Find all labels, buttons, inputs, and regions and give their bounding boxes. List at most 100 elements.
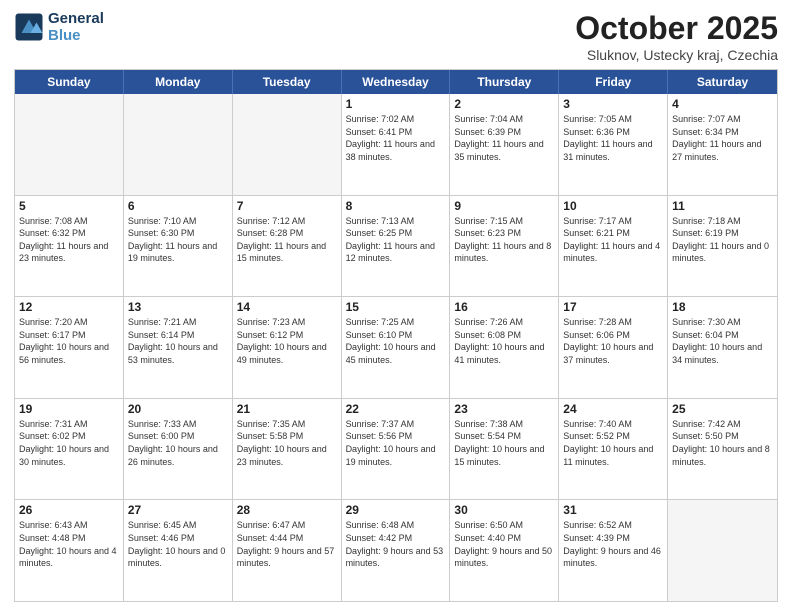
calendar-cell: 15 Sunrise: 7:25 AMSunset: 6:10 PMDaylig…: [342, 297, 451, 398]
calendar-cell: 9 Sunrise: 7:15 AMSunset: 6:23 PMDayligh…: [450, 196, 559, 297]
cell-info: Sunrise: 7:30 AMSunset: 6:04 PMDaylight:…: [672, 316, 773, 366]
day-number: 27: [128, 503, 228, 517]
cell-info: Sunrise: 7:28 AMSunset: 6:06 PMDaylight:…: [563, 316, 663, 366]
calendar-cell: 8 Sunrise: 7:13 AMSunset: 6:25 PMDayligh…: [342, 196, 451, 297]
header-sunday: Sunday: [15, 70, 124, 94]
cell-info: Sunrise: 7:05 AMSunset: 6:36 PMDaylight:…: [563, 113, 663, 163]
calendar-cell: 2 Sunrise: 7:04 AMSunset: 6:39 PMDayligh…: [450, 94, 559, 195]
day-number: 12: [19, 300, 119, 314]
calendar-row-4: 19 Sunrise: 7:31 AMSunset: 6:02 PMDaylig…: [15, 399, 777, 501]
day-number: 7: [237, 199, 337, 213]
cell-info: Sunrise: 7:04 AMSunset: 6:39 PMDaylight:…: [454, 113, 554, 163]
day-number: 22: [346, 402, 446, 416]
calendar-cell: 25 Sunrise: 7:42 AMSunset: 5:50 PMDaylig…: [668, 399, 777, 500]
day-number: 18: [672, 300, 773, 314]
day-number: 11: [672, 199, 773, 213]
calendar-cell: 22 Sunrise: 7:37 AMSunset: 5:56 PMDaylig…: [342, 399, 451, 500]
header: General Blue October 2025 Sluknov, Ustec…: [14, 10, 778, 63]
calendar-cell: 3 Sunrise: 7:05 AMSunset: 6:36 PMDayligh…: [559, 94, 668, 195]
header-wednesday: Wednesday: [342, 70, 451, 94]
header-monday: Monday: [124, 70, 233, 94]
cell-info: Sunrise: 6:50 AMSunset: 4:40 PMDaylight:…: [454, 519, 554, 569]
calendar-cell: 21 Sunrise: 7:35 AMSunset: 5:58 PMDaylig…: [233, 399, 342, 500]
cell-info: Sunrise: 7:10 AMSunset: 6:30 PMDaylight:…: [128, 215, 228, 265]
cell-info: Sunrise: 7:40 AMSunset: 5:52 PMDaylight:…: [563, 418, 663, 468]
calendar-cell: 10 Sunrise: 7:17 AMSunset: 6:21 PMDaylig…: [559, 196, 668, 297]
calendar-cell: 28 Sunrise: 6:47 AMSunset: 4:44 PMDaylig…: [233, 500, 342, 601]
calendar-cell: 14 Sunrise: 7:23 AMSunset: 6:12 PMDaylig…: [233, 297, 342, 398]
day-number: 8: [346, 199, 446, 213]
cell-info: Sunrise: 6:47 AMSunset: 4:44 PMDaylight:…: [237, 519, 337, 569]
calendar-cell: 29 Sunrise: 6:48 AMSunset: 4:42 PMDaylig…: [342, 500, 451, 601]
cell-info: Sunrise: 7:17 AMSunset: 6:21 PMDaylight:…: [563, 215, 663, 265]
day-number: 16: [454, 300, 554, 314]
day-number: 26: [19, 503, 119, 517]
day-number: 1: [346, 97, 446, 111]
day-number: 30: [454, 503, 554, 517]
logo: General Blue: [14, 10, 104, 44]
calendar-cell: 27 Sunrise: 6:45 AMSunset: 4:46 PMDaylig…: [124, 500, 233, 601]
header-friday: Friday: [559, 70, 668, 94]
logo-icon: [14, 12, 44, 42]
calendar-row-2: 5 Sunrise: 7:08 AMSunset: 6:32 PMDayligh…: [15, 196, 777, 298]
cell-info: Sunrise: 7:15 AMSunset: 6:23 PMDaylight:…: [454, 215, 554, 265]
calendar-cell: 11 Sunrise: 7:18 AMSunset: 6:19 PMDaylig…: [668, 196, 777, 297]
day-number: 4: [672, 97, 773, 111]
calendar-row-3: 12 Sunrise: 7:20 AMSunset: 6:17 PMDaylig…: [15, 297, 777, 399]
day-number: 9: [454, 199, 554, 213]
day-number: 2: [454, 97, 554, 111]
day-number: 6: [128, 199, 228, 213]
calendar-cell: 31 Sunrise: 6:52 AMSunset: 4:39 PMDaylig…: [559, 500, 668, 601]
calendar-cell: 1 Sunrise: 7:02 AMSunset: 6:41 PMDayligh…: [342, 94, 451, 195]
cell-info: Sunrise: 7:31 AMSunset: 6:02 PMDaylight:…: [19, 418, 119, 468]
calendar-cell: 4 Sunrise: 7:07 AMSunset: 6:34 PMDayligh…: [668, 94, 777, 195]
day-number: 29: [346, 503, 446, 517]
cell-info: Sunrise: 6:48 AMSunset: 4:42 PMDaylight:…: [346, 519, 446, 569]
cell-info: Sunrise: 7:18 AMSunset: 6:19 PMDaylight:…: [672, 215, 773, 265]
calendar-cell: 12 Sunrise: 7:20 AMSunset: 6:17 PMDaylig…: [15, 297, 124, 398]
day-number: 25: [672, 402, 773, 416]
calendar-cell: 26 Sunrise: 6:43 AMSunset: 4:48 PMDaylig…: [15, 500, 124, 601]
day-number: 21: [237, 402, 337, 416]
cell-info: Sunrise: 7:33 AMSunset: 6:00 PMDaylight:…: [128, 418, 228, 468]
logo-text: General Blue: [48, 10, 104, 44]
header-saturday: Saturday: [668, 70, 777, 94]
calendar-cell: 16 Sunrise: 7:26 AMSunset: 6:08 PMDaylig…: [450, 297, 559, 398]
cell-info: Sunrise: 6:52 AMSunset: 4:39 PMDaylight:…: [563, 519, 663, 569]
cell-info: Sunrise: 7:21 AMSunset: 6:14 PMDaylight:…: [128, 316, 228, 366]
cell-info: Sunrise: 7:37 AMSunset: 5:56 PMDaylight:…: [346, 418, 446, 468]
day-number: 3: [563, 97, 663, 111]
cell-info: Sunrise: 7:13 AMSunset: 6:25 PMDaylight:…: [346, 215, 446, 265]
cell-info: Sunrise: 6:45 AMSunset: 4:46 PMDaylight:…: [128, 519, 228, 569]
cell-info: Sunrise: 7:02 AMSunset: 6:41 PMDaylight:…: [346, 113, 446, 163]
calendar-cell: 23 Sunrise: 7:38 AMSunset: 5:54 PMDaylig…: [450, 399, 559, 500]
calendar-row-1: 1 Sunrise: 7:02 AMSunset: 6:41 PMDayligh…: [15, 94, 777, 196]
subtitle: Sluknov, Ustecky kraj, Czechia: [575, 47, 778, 63]
day-number: 17: [563, 300, 663, 314]
header-thursday: Thursday: [450, 70, 559, 94]
day-number: 19: [19, 402, 119, 416]
cell-info: Sunrise: 7:12 AMSunset: 6:28 PMDaylight:…: [237, 215, 337, 265]
cell-info: Sunrise: 7:08 AMSunset: 6:32 PMDaylight:…: [19, 215, 119, 265]
calendar-cell: [124, 94, 233, 195]
cell-info: Sunrise: 7:26 AMSunset: 6:08 PMDaylight:…: [454, 316, 554, 366]
cell-info: Sunrise: 7:25 AMSunset: 6:10 PMDaylight:…: [346, 316, 446, 366]
day-number: 24: [563, 402, 663, 416]
cell-info: Sunrise: 7:23 AMSunset: 6:12 PMDaylight:…: [237, 316, 337, 366]
calendar-cell: 13 Sunrise: 7:21 AMSunset: 6:14 PMDaylig…: [124, 297, 233, 398]
day-number: 5: [19, 199, 119, 213]
calendar-cell: 18 Sunrise: 7:30 AMSunset: 6:04 PMDaylig…: [668, 297, 777, 398]
calendar-cell: 20 Sunrise: 7:33 AMSunset: 6:00 PMDaylig…: [124, 399, 233, 500]
header-tuesday: Tuesday: [233, 70, 342, 94]
calendar-cell: 24 Sunrise: 7:40 AMSunset: 5:52 PMDaylig…: [559, 399, 668, 500]
cell-info: Sunrise: 6:43 AMSunset: 4:48 PMDaylight:…: [19, 519, 119, 569]
calendar-header: Sunday Monday Tuesday Wednesday Thursday…: [15, 70, 777, 94]
calendar-cell: 7 Sunrise: 7:12 AMSunset: 6:28 PMDayligh…: [233, 196, 342, 297]
calendar-row-5: 26 Sunrise: 6:43 AMSunset: 4:48 PMDaylig…: [15, 500, 777, 601]
calendar-cell: 5 Sunrise: 7:08 AMSunset: 6:32 PMDayligh…: [15, 196, 124, 297]
calendar-cell: [233, 94, 342, 195]
cell-info: Sunrise: 7:42 AMSunset: 5:50 PMDaylight:…: [672, 418, 773, 468]
calendar-cell: 30 Sunrise: 6:50 AMSunset: 4:40 PMDaylig…: [450, 500, 559, 601]
day-number: 14: [237, 300, 337, 314]
calendar-cell: [668, 500, 777, 601]
